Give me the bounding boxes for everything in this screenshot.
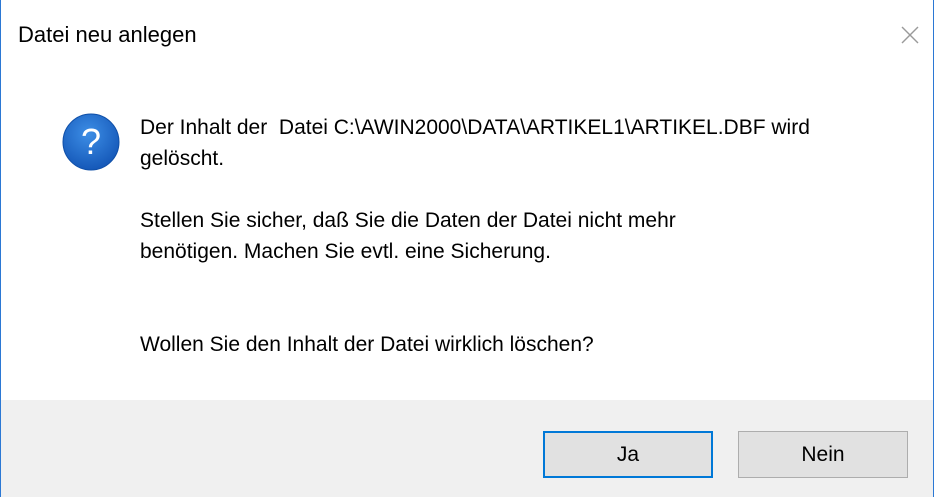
dialog-message: Der Inhalt der Datei C:\AWIN2000\DATA\AR… (140, 112, 900, 360)
close-icon (901, 26, 919, 44)
message-file-info: Der Inhalt der Datei C:\AWIN2000\DATA\AR… (140, 116, 810, 170)
message-backup-hint: Stellen Sie sicher, daß Sie die Daten de… (140, 209, 676, 263)
yes-button[interactable]: Ja (543, 431, 713, 478)
dialog-title: Datei neu anlegen (18, 22, 197, 47)
button-bar: Ja Nein (1, 400, 933, 497)
message-confirm-question: Wollen Sie den Inhalt der Datei wirklich… (140, 333, 594, 356)
title-bar[interactable]: Datei neu anlegen (1, 0, 933, 70)
svg-text:?: ? (81, 121, 101, 162)
no-button[interactable]: Nein (738, 431, 908, 478)
close-button[interactable] (893, 18, 927, 52)
dialog-content: ? Der Inhalt der Datei C:\AWIN2000\DATA\… (1, 70, 933, 400)
question-mark-icon: ? (62, 113, 120, 171)
message-dialog: Datei neu anlegen ? Der Inhalt der Datei… (0, 0, 934, 497)
